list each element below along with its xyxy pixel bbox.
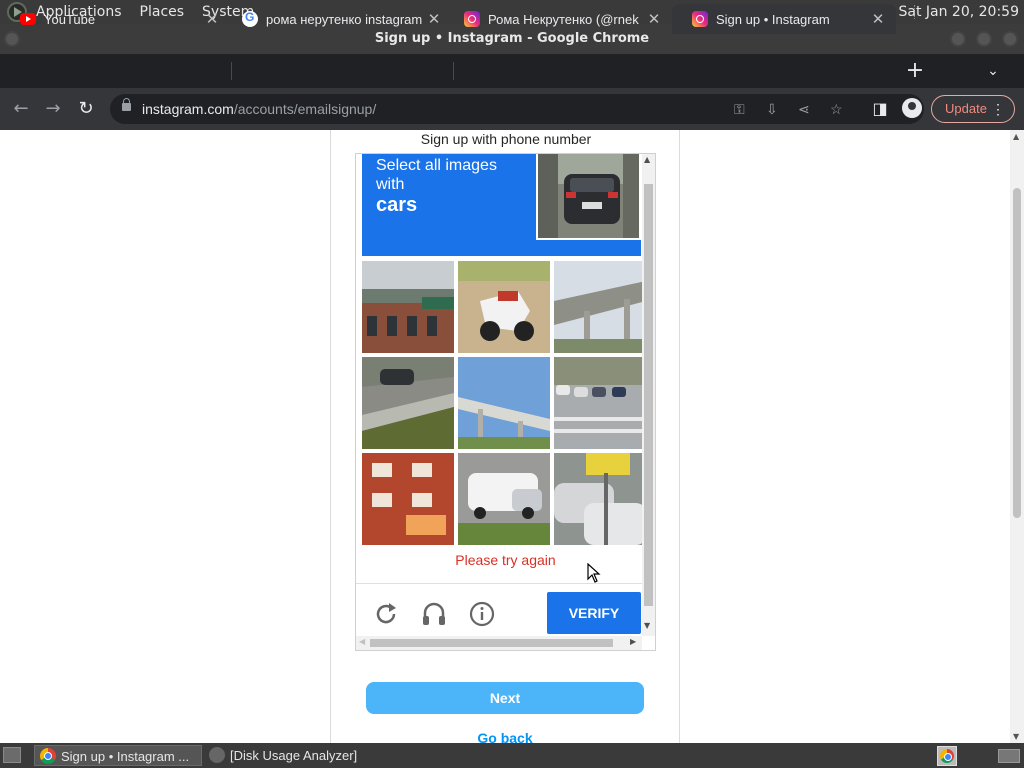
captcha-scrollbar-thumb[interactable] xyxy=(644,184,653,606)
signup-with-phone-link[interactable]: Sign up with phone number xyxy=(331,130,681,148)
captcha-instruction-header: Select all images with cars xyxy=(362,154,641,256)
task-chrome-window[interactable]: Sign up • Instagram ... xyxy=(34,745,202,766)
scroll-down-icon[interactable]: ▼ xyxy=(644,621,650,630)
tab-title: рома нерутенко instagram xyxy=(266,11,423,27)
disk-usage-icon xyxy=(209,747,225,763)
taskbar: Sign up • Instagram ... [Disk Usage Anal… xyxy=(0,743,1024,768)
mouse-cursor-icon xyxy=(587,562,601,583)
captcha-audio-icon[interactable] xyxy=(420,600,448,628)
captcha-instruction: Select all images with xyxy=(376,157,497,193)
new-tab-button[interactable]: + xyxy=(903,58,927,84)
captcha-tile-elevated-highway[interactable] xyxy=(458,357,550,449)
scroll-down-icon[interactable]: ▼ xyxy=(1013,732,1019,741)
key-icon[interactable]: ⚿ xyxy=(734,94,745,124)
captcha-hscrollbar-thumb[interactable] xyxy=(370,639,613,647)
tab-instagram-profile[interactable]: Рома Некрутенко (@rnek ✕ xyxy=(444,4,672,34)
close-tab-icon[interactable]: ✕ xyxy=(646,10,662,28)
side-panel-icon[interactable]: ◨ xyxy=(868,97,892,121)
tab-separator xyxy=(453,62,454,80)
profile-avatar-icon[interactable] xyxy=(902,98,922,118)
scroll-right-icon[interactable]: ▶ xyxy=(630,637,636,646)
tab-search-chevron-icon[interactable]: ⌄ xyxy=(983,58,1003,84)
captcha-horizontal-scrollbar[interactable]: ◀ ▶ xyxy=(356,636,642,650)
instagram-icon xyxy=(692,11,708,27)
tab-title: Рома Некрутенко (@rnek xyxy=(488,11,639,27)
task-label: Sign up • Instagram ... xyxy=(61,749,190,764)
captcha-tile-scooter[interactable] xyxy=(458,261,550,353)
update-button[interactable]: Update ⋮ xyxy=(931,95,1015,123)
close-tab-icon[interactable]: ✕ xyxy=(426,10,442,28)
tab-strip xyxy=(0,54,1024,88)
kebab-menu-icon[interactable]: ⋮ xyxy=(991,96,1005,122)
instagram-icon xyxy=(464,11,480,27)
page-scrollbar[interactable]: ▲ ▼ xyxy=(1010,130,1024,743)
tab-title: Sign up • Instagram xyxy=(716,11,830,27)
captcha-info-icon[interactable] xyxy=(468,600,496,628)
tray-chrome-icon[interactable] xyxy=(937,746,957,766)
workspace-switcher-icon[interactable] xyxy=(998,749,1020,763)
captcha-sample-image xyxy=(536,154,641,240)
reload-icon[interactable]: ↻ xyxy=(74,97,98,121)
captcha-vertical-scrollbar[interactable]: ▲ ▼ xyxy=(642,154,655,636)
bookmark-star-icon[interactable]: ☆ xyxy=(830,94,843,124)
next-button[interactable]: Next xyxy=(366,682,644,714)
close-tab-icon[interactable]: ✕ xyxy=(204,10,220,28)
task-disk-usage-analyzer[interactable]: [Disk Usage Analyzer] xyxy=(204,745,404,766)
scroll-left-icon[interactable]: ◀ xyxy=(359,637,365,646)
tab-separator xyxy=(231,62,232,80)
update-label: Update xyxy=(945,101,987,116)
google-icon xyxy=(242,10,258,27)
close-window-icon[interactable] xyxy=(1002,31,1018,47)
close-tab-icon[interactable]: ✕ xyxy=(870,10,886,28)
captcha-target-word: cars xyxy=(376,194,418,216)
captcha-reload-icon[interactable] xyxy=(372,600,400,628)
tab-signup-instagram[interactable]: Sign up • Instagram ✕ xyxy=(672,4,896,34)
tab-google-search[interactable]: рома нерутенко instagram ✕ xyxy=(222,4,452,34)
share-icon[interactable]: ⋖ xyxy=(798,94,810,124)
captcha-divider xyxy=(356,583,642,584)
browser-toolbar: ← → ↻ instagram.com/accounts/emailsignup… xyxy=(0,88,1024,130)
scroll-up-icon[interactable]: ▲ xyxy=(1013,132,1019,141)
url-path: /accounts/emailsignup/ xyxy=(233,101,377,117)
captcha-challenge: Select all images with cars Please try a… xyxy=(355,153,656,651)
task-label: [Disk Usage Analyzer] xyxy=(230,748,358,763)
show-desktop-icon[interactable] xyxy=(3,747,21,763)
maximize-icon[interactable] xyxy=(976,31,992,47)
captcha-tile-parking-lot[interactable] xyxy=(554,357,646,449)
youtube-icon xyxy=(20,13,36,25)
page-scrollbar-thumb[interactable] xyxy=(1013,188,1021,518)
forward-arrow-icon[interactable]: → xyxy=(41,97,65,121)
captcha-tile-cars-sign[interactable] xyxy=(554,453,646,545)
lock-icon[interactable] xyxy=(122,98,131,111)
scroll-up-icon[interactable]: ▲ xyxy=(644,155,650,164)
captcha-tile-car-on-road[interactable] xyxy=(362,357,454,449)
captcha-tile-building[interactable] xyxy=(362,261,454,353)
captcha-tile-overpass[interactable] xyxy=(554,261,646,353)
tab-title: YouTube xyxy=(44,11,96,27)
captcha-tile-van[interactable] xyxy=(458,453,550,545)
url-domain: instagram.com xyxy=(142,101,234,117)
back-arrow-icon[interactable]: ← xyxy=(9,97,33,121)
chrome-icon xyxy=(40,748,56,764)
clock[interactable]: Sat Jan 20, 20:59 xyxy=(899,0,1020,24)
captcha-error-message: Please try again xyxy=(455,552,556,568)
captcha-tile-apartments[interactable] xyxy=(362,453,454,545)
install-app-icon[interactable]: ⇩ xyxy=(766,94,778,124)
tab-youtube[interactable]: YouTube ✕ xyxy=(0,4,230,34)
address-bar[interactable]: instagram.com/accounts/emailsignup/ ⚿ ⇩ … xyxy=(110,94,924,124)
minimize-icon[interactable] xyxy=(950,31,966,47)
verify-button[interactable]: VERIFY xyxy=(547,592,641,634)
